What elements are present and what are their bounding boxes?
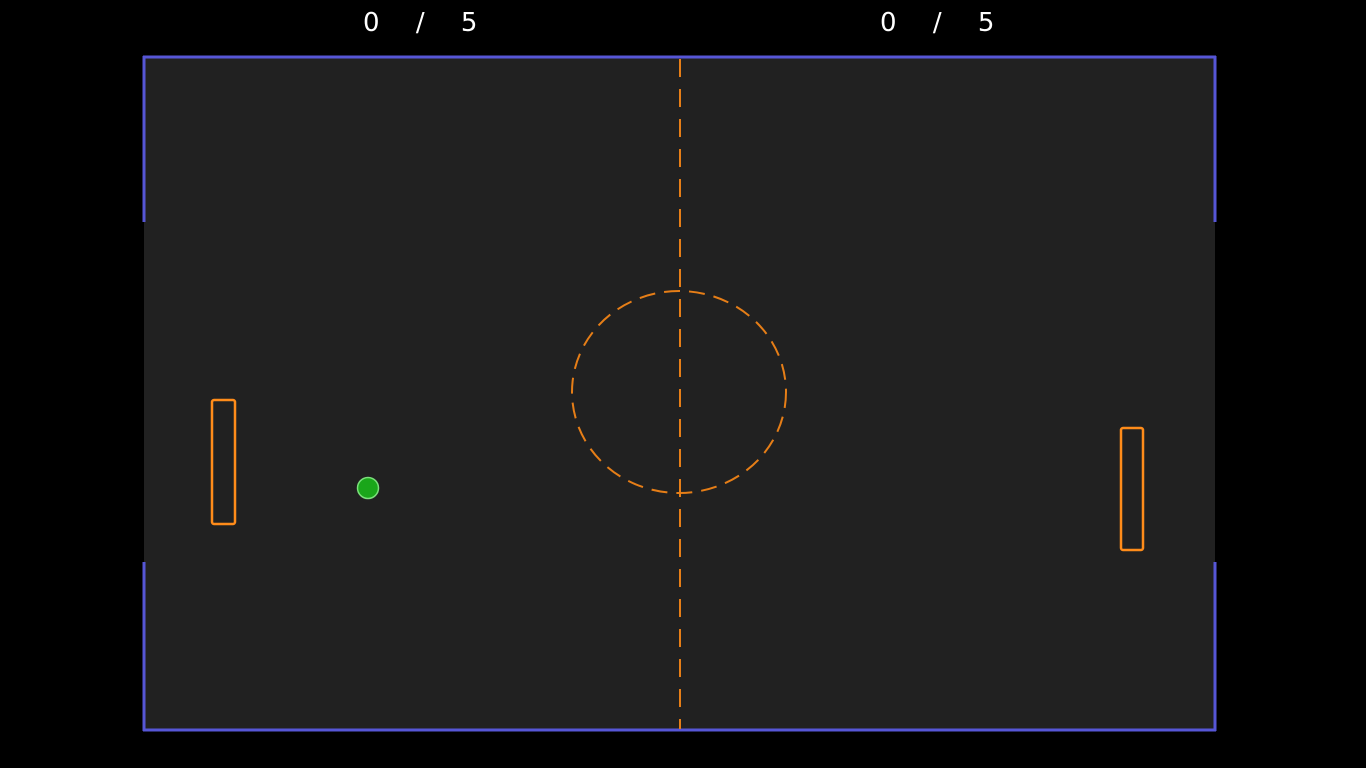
playfield — [142, 55, 1217, 732]
game-screen: 0 / 5 0 / 5 — [0, 0, 1366, 768]
ball — [356, 476, 380, 500]
